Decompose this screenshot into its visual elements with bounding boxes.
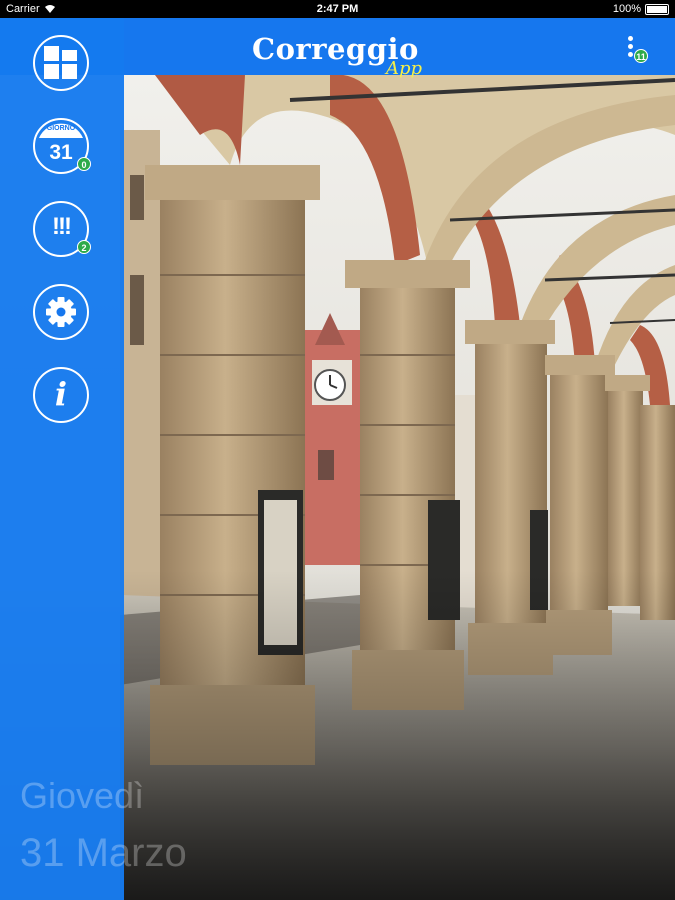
logo-sub-text: App <box>386 58 423 79</box>
battery-icon <box>645 3 669 15</box>
sidebar-item-settings[interactable] <box>33 284 89 340</box>
calendar-badge: 0 <box>77 157 91 171</box>
status-time: 2:47 PM <box>316 3 359 15</box>
sidebar-item-home[interactable] <box>33 35 89 91</box>
alerts-badge: 2 <box>77 240 91 254</box>
info-icon: i <box>54 375 68 413</box>
grid-icon <box>44 46 77 79</box>
date-weekday: Giovedì <box>20 775 145 816</box>
date-day: 31 Marzo <box>20 831 187 875</box>
date-overlay: Giovedì 31 Marzo <box>20 775 187 877</box>
status-right: 100% <box>613 3 669 15</box>
battery-percent: 100% <box>612 3 641 15</box>
gear-icon <box>46 297 76 327</box>
menu-button[interactable]: 11 <box>625 34 655 70</box>
menu-badge: 11 <box>634 49 648 63</box>
sidebar-item-info[interactable]: i <box>33 367 89 423</box>
app-logo: Correggio App <box>252 32 432 86</box>
alert-icon: !!! <box>52 213 72 240</box>
sidebar-item-calendar[interactable]: GIORNO 31 0 <box>33 118 91 174</box>
sidebar-item-alerts[interactable]: !!! 2 <box>33 201 91 257</box>
sidebar: GIORNO 31 0 !!! 2 i <box>0 18 124 900</box>
status-bar: Carrier 2:47 PM 100% <box>0 0 675 18</box>
calendar-label: GIORNO <box>46 125 76 132</box>
